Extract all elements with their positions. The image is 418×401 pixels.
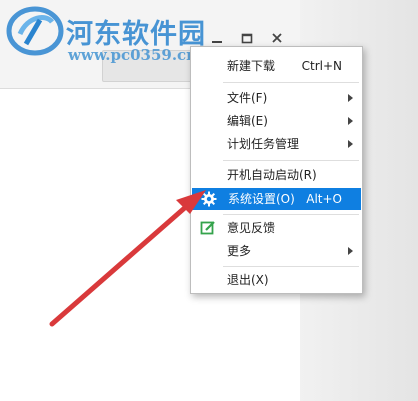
menu-item-feedback[interactable]: 意见反馈 xyxy=(191,217,362,239)
menu-item-scheduled-tasks[interactable]: 计划任务管理 xyxy=(191,133,362,155)
feedback-edit-icon xyxy=(200,221,215,235)
menu-separator xyxy=(223,214,359,215)
menu-separator xyxy=(223,160,359,161)
submenu-arrow-icon xyxy=(348,247,353,255)
menu-separator xyxy=(223,82,359,83)
menu-item-more[interactable]: 更多 xyxy=(191,240,362,262)
menu-item-edit[interactable]: 编辑(E) xyxy=(191,110,362,132)
menu-item-label: 开机自动启动(R) xyxy=(227,168,317,182)
watermark-logo xyxy=(6,6,64,56)
submenu-arrow-icon xyxy=(348,117,353,125)
minimize-icon xyxy=(212,41,222,43)
menu-item-label: 系统设置(O) xyxy=(228,192,295,206)
menu-item-system-settings[interactable]: 系统设置(O) Alt+O xyxy=(192,188,361,210)
close-icon xyxy=(272,33,282,43)
maximize-icon xyxy=(241,33,253,44)
menu-item-file[interactable]: 文件(F) xyxy=(191,87,362,109)
menu-item-label: 编辑(E) xyxy=(227,114,268,128)
menu-item-new-download[interactable]: 新建下载 Ctrl+N xyxy=(191,55,362,77)
menu-item-label: 更多 xyxy=(227,244,252,258)
menu-item-label: 计划任务管理 xyxy=(227,137,300,151)
context-menu: 新建下载 Ctrl+N 文件(F) 编辑(E) 计划任务管理 开机自动启动(R) xyxy=(190,46,363,294)
window-controls xyxy=(208,31,286,45)
submenu-arrow-icon xyxy=(348,140,353,148)
menu-item-label: 退出(X) xyxy=(227,273,269,287)
menu-item-exit[interactable]: 退出(X) xyxy=(191,269,362,291)
menu-item-label: 意见反馈 xyxy=(227,221,276,235)
submenu-arrow-icon xyxy=(348,94,353,102)
menu-separator xyxy=(223,266,359,267)
maximize-button[interactable] xyxy=(238,31,256,45)
watermark-url: www.pc0359.cn xyxy=(68,46,198,64)
close-button[interactable] xyxy=(268,31,286,45)
gear-icon xyxy=(201,191,217,207)
minimize-button[interactable] xyxy=(208,31,226,45)
menu-item-shortcut: Alt+O xyxy=(306,192,342,206)
menu-item-auto-start[interactable]: 开机自动启动(R) xyxy=(191,164,362,186)
menu-item-label: 文件(F) xyxy=(227,91,268,105)
menu-item-shortcut: Ctrl+N xyxy=(301,59,342,73)
menu-item-label: 新建下载 xyxy=(227,59,276,73)
